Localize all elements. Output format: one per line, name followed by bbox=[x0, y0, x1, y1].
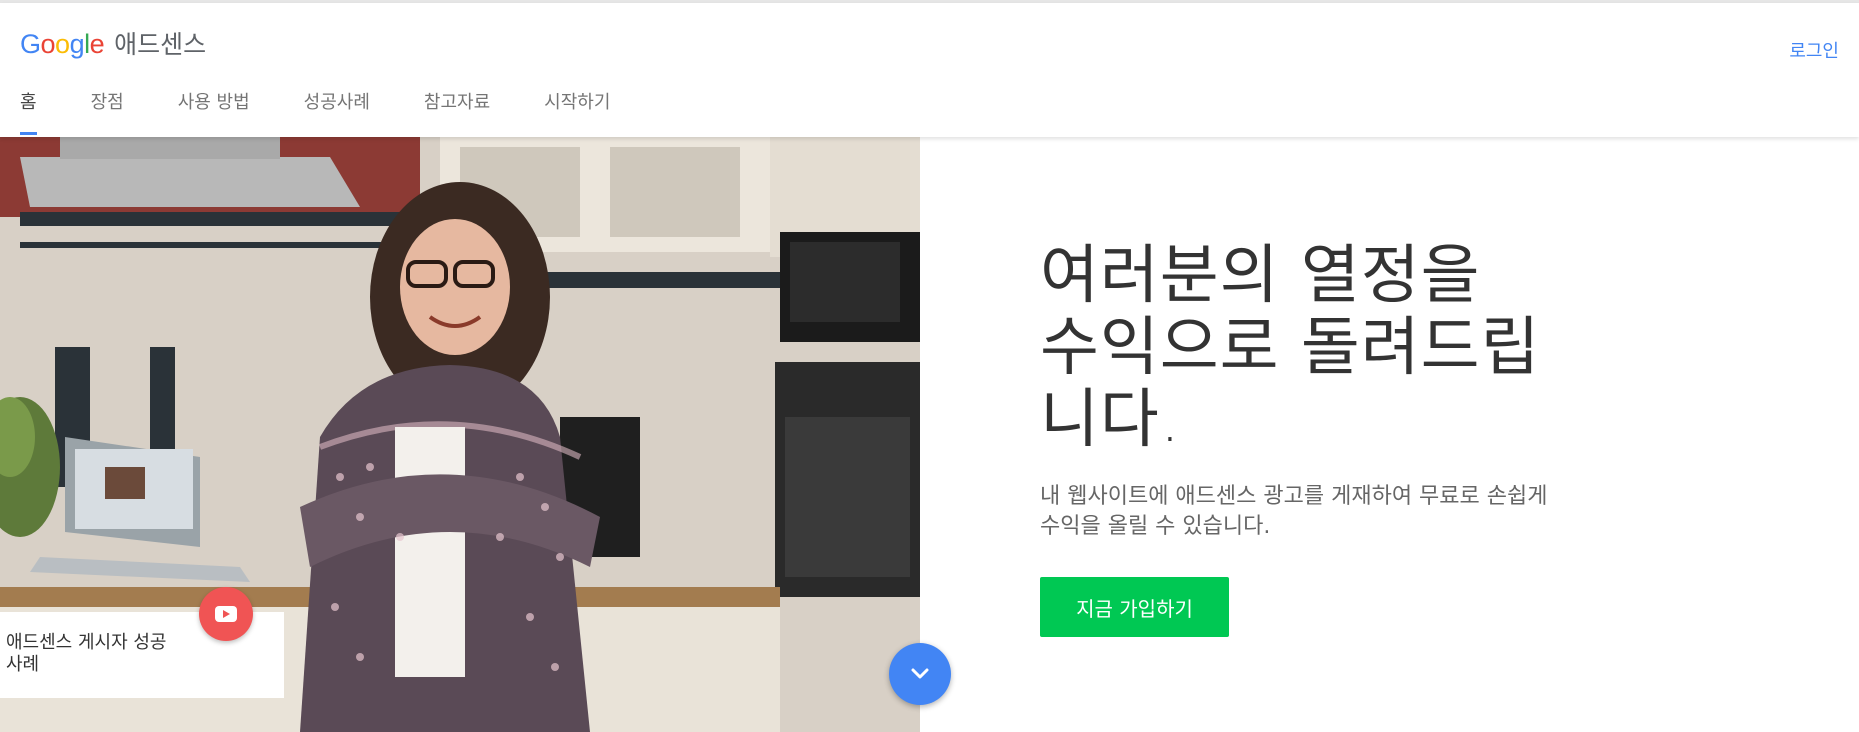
google-wordmark: Google bbox=[20, 29, 105, 60]
logo-letter: o bbox=[55, 29, 70, 59]
logo-letter: g bbox=[69, 29, 85, 59]
hero-text-block: 여러분의 열정을 수익으로 돌려드립 니다. 내 웹사이트에 애드센스 광고를 … bbox=[1040, 240, 1600, 542]
logo-letter: e bbox=[89, 29, 105, 59]
signup-button[interactable]: 지금 가입하기 bbox=[1040, 577, 1229, 637]
tab-get-started[interactable]: 시작하기 bbox=[544, 88, 610, 135]
tab-how-it-works[interactable]: 사용 방법 bbox=[178, 88, 250, 135]
scroll-down-button[interactable] bbox=[889, 643, 951, 705]
main-nav: 홈 장점 사용 방법 성공사례 참고자료 시작하기 bbox=[20, 88, 664, 135]
hero-title-line: 수익으로 돌려드립 bbox=[1040, 311, 1541, 385]
tab-resources[interactable]: 참고자료 bbox=[424, 88, 490, 135]
adsense-logo[interactable]: Google 애드센스 bbox=[20, 25, 206, 61]
success-story-label: 애드센스 게시자 성공 사례 bbox=[6, 632, 167, 675]
tab-success-stories[interactable]: 성공사례 bbox=[304, 88, 370, 135]
site-header: Google 애드센스 로그인 홈 장점 사용 방법 성공사례 참고자료 시작하… bbox=[0, 3, 1859, 137]
youtube-play-icon bbox=[215, 606, 237, 622]
login-link[interactable]: 로그인 bbox=[1789, 37, 1839, 63]
tab-home[interactable]: 홈 bbox=[20, 88, 37, 135]
product-name: 애드센스 bbox=[114, 30, 207, 59]
logo-letter: G bbox=[20, 29, 41, 59]
hero-subtitle: 내 웹사이트에 애드센스 광고를 게재하여 무료로 손쉽게 수익을 올릴 수 있… bbox=[1040, 484, 1548, 539]
chevron-down-icon bbox=[911, 668, 929, 679]
hero-title: 여러분의 열정을 수익으로 돌려드립 니다. bbox=[1040, 240, 1600, 456]
tab-benefits[interactable]: 장점 bbox=[91, 88, 124, 135]
youtube-play-button[interactable] bbox=[199, 587, 253, 641]
logo-letter: o bbox=[40, 29, 56, 59]
hero-title-line: 니다. bbox=[1040, 383, 1182, 457]
hero-title-line: 여러분의 열정을 bbox=[1040, 239, 1481, 313]
